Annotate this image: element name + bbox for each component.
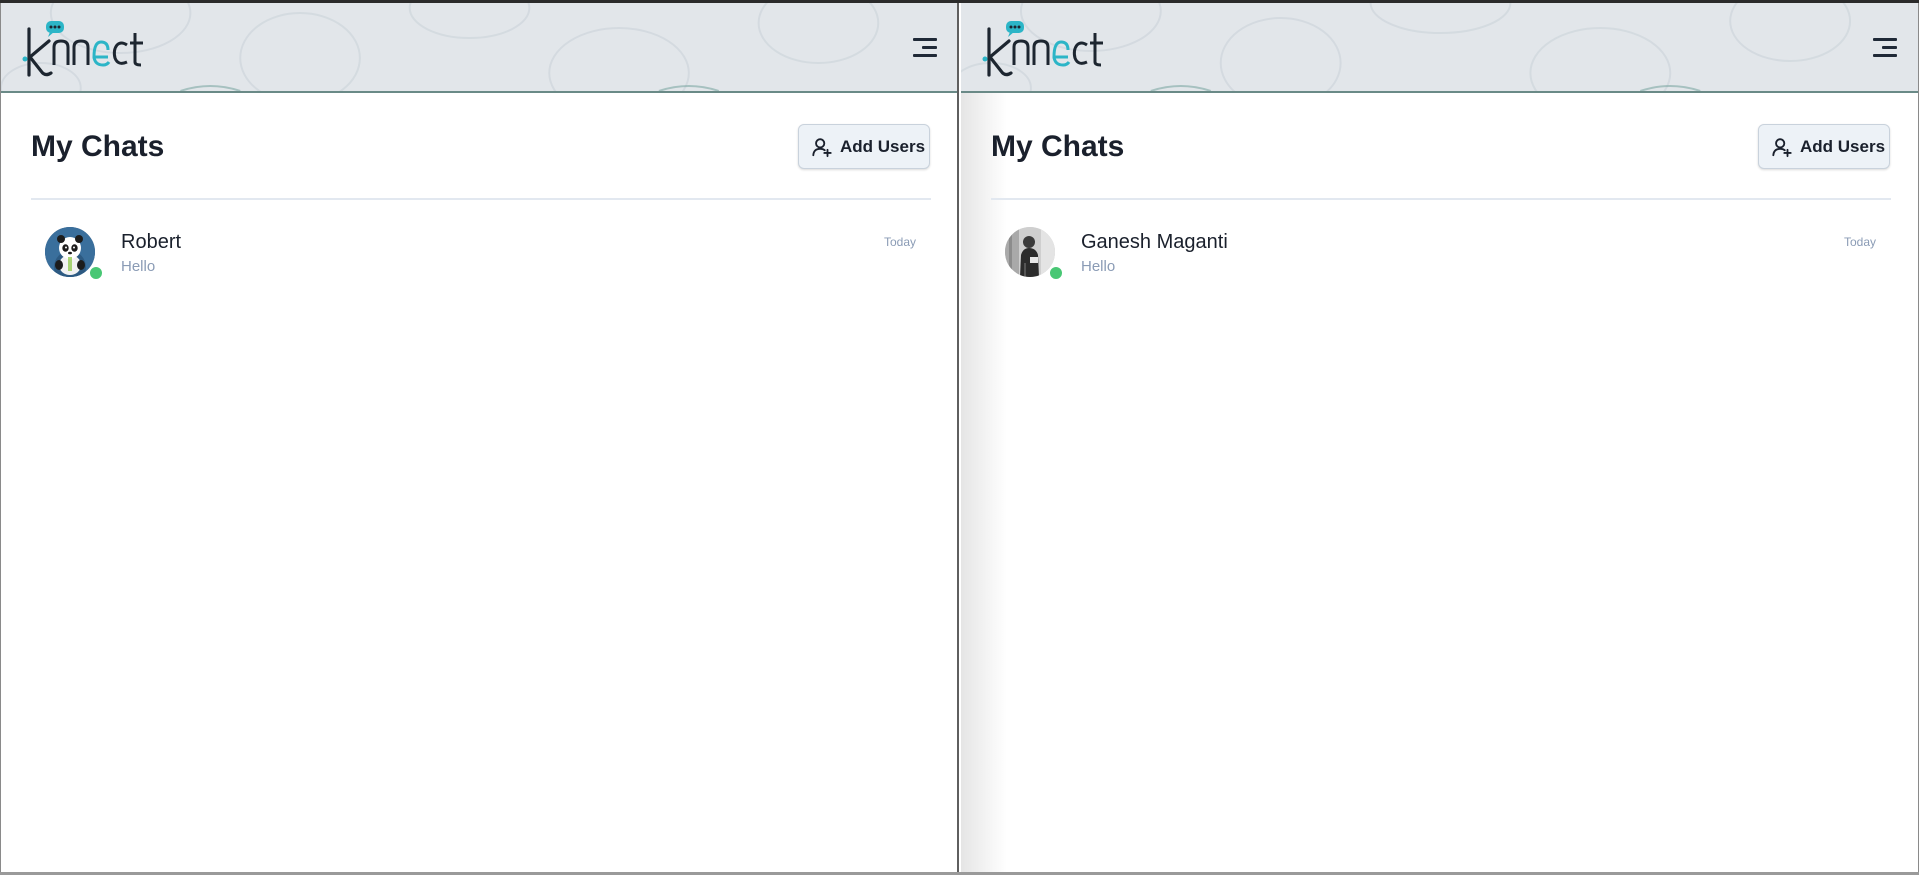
menu-line bbox=[922, 46, 937, 49]
menu-line bbox=[913, 54, 937, 57]
chat-timestamp: Today bbox=[883, 235, 916, 249]
divider bbox=[31, 198, 931, 200]
knnect-logo[interactable] bbox=[21, 17, 151, 79]
add-user-icon bbox=[812, 138, 832, 158]
add-users-button[interactable]: Add Users bbox=[798, 124, 930, 169]
chat-list-item[interactable]: Ganesh Maganti Hello Today bbox=[991, 217, 1891, 285]
app-header bbox=[1, 3, 957, 93]
chat-pane-right: My Chats Add Users Ganesh Maganti Hello bbox=[961, 3, 1919, 872]
knnect-logo[interactable] bbox=[981, 17, 1111, 79]
divider bbox=[991, 198, 1891, 200]
chat-pane-left: My Chats Add Users Robert Hello Today bbox=[0, 3, 959, 872]
page-title: My Chats bbox=[991, 130, 1125, 163]
menu-line bbox=[1873, 38, 1897, 41]
chat-last-message: Hello bbox=[1081, 258, 1116, 275]
chat-contact-name: Ganesh Maganti bbox=[1081, 231, 1228, 253]
page-title: My Chats bbox=[31, 130, 165, 163]
hamburger-menu-icon[interactable] bbox=[1871, 36, 1897, 58]
add-user-icon bbox=[1772, 138, 1792, 158]
chat-list-item[interactable]: Robert Hello Today bbox=[31, 217, 931, 285]
add-users-button[interactable]: Add Users bbox=[1758, 124, 1890, 169]
chat-last-message: Hello bbox=[121, 258, 156, 275]
pane-edge-shadow bbox=[961, 93, 1007, 872]
online-status-indicator bbox=[1048, 265, 1064, 281]
menu-line bbox=[913, 38, 937, 41]
menu-line bbox=[1873, 54, 1897, 57]
chat-contact-name: Robert bbox=[121, 231, 182, 253]
online-status-indicator bbox=[88, 265, 104, 281]
hamburger-menu-icon[interactable] bbox=[911, 36, 937, 58]
menu-line bbox=[1882, 46, 1897, 49]
add-users-label: Add Users bbox=[840, 137, 926, 156]
app-header bbox=[961, 3, 1918, 93]
chat-timestamp: Today bbox=[1843, 235, 1876, 249]
add-users-label: Add Users bbox=[1800, 137, 1886, 156]
